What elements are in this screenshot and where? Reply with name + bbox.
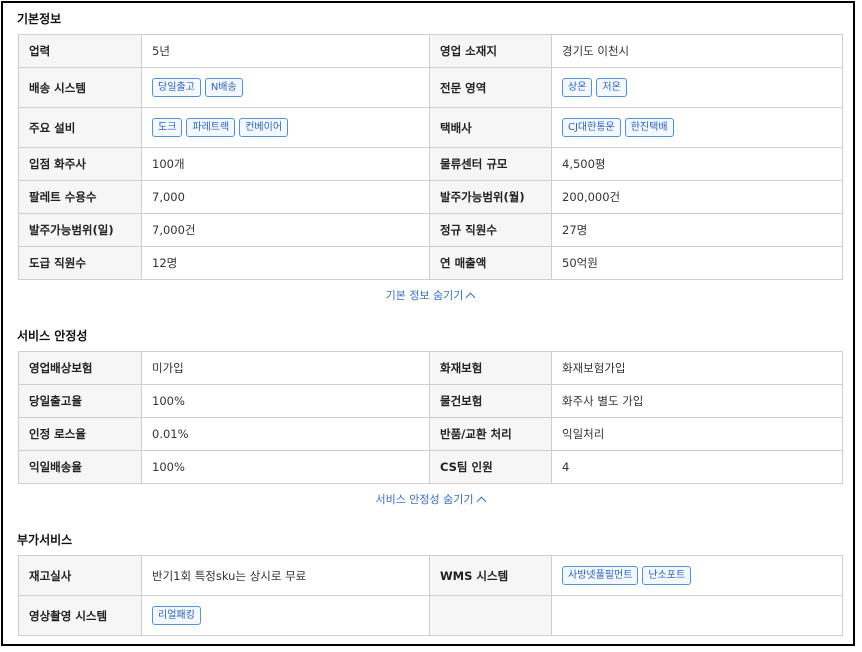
field-tags: CJ대한통운 한진택배 xyxy=(551,107,843,148)
stability-table: 영업배상보험 미가입 화재보험 화재보험가입 당일출고율 100% 물건보험 화주사 별도 가… xyxy=(18,351,843,484)
field-label: CS팀 인원 xyxy=(429,450,552,484)
field-label: 배송 시스템 xyxy=(18,67,142,108)
field-tags: 도크 파레트랙 컨베이어 xyxy=(141,107,430,148)
field-label: 영업 소재지 xyxy=(429,34,552,68)
tag-badge: 저온 xyxy=(596,78,627,97)
table-row: 재고실사 반기1회 특정sku는 상시로 무료 WMS 시스템 사방넷풀필먼트 난소포트 xyxy=(18,555,843,596)
basic-info-table: 업력 5년 영업 소재지 경기도 이천시 배송 시스템 당일출고 N배송 전문 영역 상온 저온 주… xyxy=(18,34,843,280)
table-row: 입점 화주사 100개 물류센터 규모 4,500평 xyxy=(18,147,843,181)
table-row: 영상촬영 시스템 리얼패킹 xyxy=(18,595,843,636)
field-tags: 리얼패킹 xyxy=(141,595,430,636)
field-value: 200,000건 xyxy=(551,180,843,214)
field-value: 익일처리 xyxy=(551,417,843,451)
field-label: WMS 시스템 xyxy=(429,555,552,596)
table-row: 익일배송율 100% CS팀 인원 4 xyxy=(18,450,843,484)
field-label: 연 매출액 xyxy=(429,246,552,280)
field-value: 경기도 이천시 xyxy=(551,34,843,68)
tag-badge: 사방넷풀필먼트 xyxy=(562,566,639,585)
tag-badge: CJ대한통운 xyxy=(562,118,621,137)
field-label: 주요 설비 xyxy=(18,107,142,148)
field-value: 27명 xyxy=(551,213,843,247)
tag-badge: 리얼패킹 xyxy=(152,606,201,625)
tag-badge: 도크 xyxy=(152,118,183,137)
tag-badge: 당일출고 xyxy=(152,78,201,97)
table-row: 영업배상보험 미가입 화재보험 화재보험가입 xyxy=(18,351,843,385)
tag-badge: 컨베이어 xyxy=(239,118,289,137)
tag-badge: N배송 xyxy=(204,78,243,97)
tag-badge: 한진택배 xyxy=(624,118,674,137)
field-value xyxy=(551,595,843,636)
tag-badge: 난소포트 xyxy=(642,566,692,585)
tag-badge: 상온 xyxy=(562,78,593,97)
field-value: 100% xyxy=(141,384,430,418)
table-row: 도급 직원수 12명 연 매출액 50억원 xyxy=(18,246,843,280)
table-row: 당일출고율 100% 물건보험 화주사 별도 가입 xyxy=(18,384,843,418)
field-value: 5년 xyxy=(141,34,430,68)
field-value: 미가입 xyxy=(141,351,430,385)
field-value: 화주사 별도 가입 xyxy=(551,384,843,418)
field-label: 업력 xyxy=(18,34,142,68)
field-label: 재고실사 xyxy=(18,555,142,596)
field-label: 발주가능범위(일) xyxy=(18,213,142,247)
field-label: 택배사 xyxy=(429,107,552,148)
field-value: 4 xyxy=(551,450,843,484)
field-tags: 사방넷풀필먼트 난소포트 xyxy=(551,555,843,596)
field-label: 반품/교환 처리 xyxy=(429,417,552,451)
field-label: 물류센터 규모 xyxy=(429,147,552,181)
table-row: 업력 5년 영업 소재지 경기도 이천시 xyxy=(18,34,843,68)
field-value: 50억원 xyxy=(551,246,843,280)
field-label: 당일출고율 xyxy=(18,384,142,418)
field-label: 인정 로스율 xyxy=(18,417,142,451)
field-label: 전문 영역 xyxy=(429,67,552,108)
chevron-up-icon xyxy=(465,292,476,303)
section-title-basic: 기본정보 xyxy=(17,12,62,26)
field-value: 반기1회 특정sku는 상시로 무료 xyxy=(141,555,430,596)
field-value: 7,000건 xyxy=(141,213,430,247)
table-row: 발주가능범위(일) 7,000건 정규 직원수 27명 xyxy=(18,213,843,247)
tag-badge: 파레트랙 xyxy=(186,118,236,137)
field-label: 영업배상보험 xyxy=(18,351,142,385)
field-label: 정규 직원수 xyxy=(429,213,552,247)
field-label: 익일배송율 xyxy=(18,450,142,484)
section-title-extra: 부가서비스 xyxy=(17,533,73,547)
field-tags: 당일출고 N배송 xyxy=(141,67,430,108)
table-row: 팔레트 수용수 7,000 발주가능범위(월) 200,000건 xyxy=(18,180,843,214)
toggle-basic-label: 기본 정보 숨기기 xyxy=(385,289,464,302)
field-label: 도급 직원수 xyxy=(18,246,142,280)
toggle-stability[interactable]: 서비스 안정성 숨기기 xyxy=(18,491,842,507)
table-row: 배송 시스템 당일출고 N배송 전문 영역 상온 저온 xyxy=(18,67,843,108)
extra-service-table: 재고실사 반기1회 특정sku는 상시로 무료 WMS 시스템 사방넷풀필먼트 난소포트… xyxy=(18,555,843,636)
field-label: 화재보험 xyxy=(429,351,552,385)
field-value: 12명 xyxy=(141,246,430,280)
field-value: 7,000 xyxy=(141,180,430,214)
field-label xyxy=(429,595,552,636)
toggle-stability-label: 서비스 안정성 숨기기 xyxy=(375,493,474,506)
table-row: 주요 설비 도크 파레트랙 컨베이어 택배사 CJ대한통운 한진택배 xyxy=(18,107,843,148)
chevron-up-icon xyxy=(476,496,486,507)
field-label: 입점 화주사 xyxy=(18,147,142,181)
field-label: 물건보험 xyxy=(429,384,552,418)
toggle-basic-info[interactable]: 기본 정보 숨기기 xyxy=(18,287,842,303)
field-label: 팔레트 수용수 xyxy=(18,180,142,214)
table-row: 인정 로스율 0.01% 반품/교환 처리 익일처리 xyxy=(18,417,843,451)
field-value: 4,500평 xyxy=(551,147,843,181)
field-value: 100개 xyxy=(141,147,430,181)
field-value: 화재보험가입 xyxy=(551,351,843,385)
field-tags: 상온 저온 xyxy=(551,67,843,108)
field-label: 발주가능범위(월) xyxy=(429,180,552,214)
field-value: 100% xyxy=(141,450,430,484)
section-title-stability: 서비스 안정성 xyxy=(17,329,88,343)
field-value: 0.01% xyxy=(141,417,430,451)
field-label: 영상촬영 시스템 xyxy=(18,595,142,636)
